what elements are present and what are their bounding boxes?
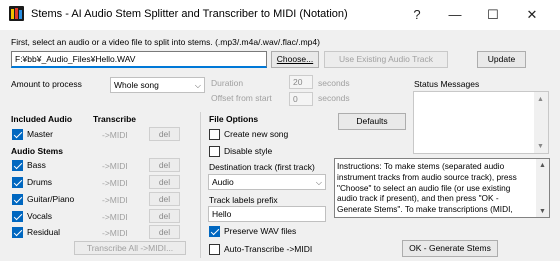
choose-button[interactable]: Choose... [271, 51, 319, 68]
update-button[interactable]: Update [477, 51, 526, 68]
instructions-line: "Choose" to select an audio file (or use… [337, 182, 511, 193]
instructions-box[interactable]: Instructions: To make stems (separated a… [334, 158, 550, 218]
create-new-song-checkbox[interactable] [209, 129, 220, 140]
guitar-piano-del-button[interactable]: del [149, 192, 180, 206]
transcribe-all-button[interactable]: Transcribe All ->MIDI... [74, 241, 186, 255]
guitar-piano-checkbox[interactable] [12, 194, 23, 205]
duration-label: Duration [211, 78, 244, 88]
vocals-del-button[interactable]: del [149, 209, 180, 223]
scroll-up-icon[interactable]: ▲ [539, 162, 546, 169]
scroll-down-icon[interactable]: ▼ [537, 143, 544, 150]
instructions-line: audio track if present), and then press … [337, 193, 499, 204]
status-messages-box[interactable]: ▲ ▼ [413, 91, 549, 154]
status-messages-label: Status Messages [414, 79, 480, 89]
master-label: Master [27, 129, 53, 139]
offset-label: Offset from start [211, 93, 272, 103]
bass-checkbox[interactable] [12, 160, 23, 171]
duration-unit: seconds [318, 78, 350, 88]
disable-style-checkbox[interactable] [209, 146, 220, 157]
drums-del-button[interactable]: del [149, 175, 180, 189]
window-title: Stems - AI Audio Stem Splitter and Trans… [31, 8, 348, 20]
auto-transcribe-label: Auto-Transcribe ->MIDI [224, 244, 313, 254]
choose-label: Choose... [276, 54, 314, 64]
track-labels-prefix-input[interactable]: Hello [208, 206, 326, 222]
instructions-line: Generate Stems". To make transcriptions … [337, 204, 513, 215]
master-del-button[interactable]: del [149, 127, 180, 141]
auto-transcribe-checkbox[interactable] [209, 244, 220, 255]
master-midi-button[interactable]: ->MIDI [102, 130, 128, 140]
amount-to-process-label: Amount to process [11, 79, 82, 89]
vocals-label: Vocals [27, 211, 53, 221]
chevron-down-icon: ⌵ [315, 178, 322, 187]
ok-generate-stems-button[interactable]: OK - Generate Stems [402, 240, 498, 257]
bass-del-button[interactable]: del [149, 158, 180, 172]
duration-input[interactable]: 20 [289, 75, 313, 89]
offset-unit: seconds [318, 93, 350, 103]
drums-midi-button[interactable]: ->MIDI [102, 178, 128, 188]
file-path-input[interactable]: F:¥bb¥_Audio_Files¥Hello.WAV [11, 51, 267, 68]
app-logo-icon [9, 6, 24, 21]
track-labels-prefix-label: Track labels prefix [209, 195, 278, 205]
residual-midi-button[interactable]: ->MIDI [102, 228, 128, 238]
create-new-song-label: Create new song [224, 129, 289, 139]
preserve-wav-checkbox[interactable] [209, 226, 220, 237]
defaults-button[interactable]: Defaults [338, 113, 406, 130]
file-options-header: File Options [209, 114, 259, 124]
vocals-midi-button[interactable]: ->MIDI [102, 212, 128, 222]
options-divider [200, 112, 201, 258]
file-instruction: First, select an audio or a video file t… [11, 37, 320, 47]
chevron-down-icon: ⌵ [194, 81, 201, 90]
scroll-up-icon[interactable]: ▲ [537, 96, 544, 103]
transcribe-header: Transcribe [93, 114, 136, 124]
amount-to-process-select[interactable]: Whole song ⌵ [110, 77, 205, 93]
guitar-piano-midi-button[interactable]: ->MIDI [102, 195, 128, 205]
disable-style-label: Disable style [224, 146, 273, 156]
instructions-line: instrument tracks from audio source trac… [337, 171, 517, 182]
status-scrollbar[interactable]: ▲ ▼ [534, 92, 548, 153]
residual-checkbox[interactable] [12, 227, 23, 238]
drums-checkbox[interactable] [12, 177, 23, 188]
vocals-checkbox[interactable] [12, 211, 23, 222]
preserve-wav-label: Preserve WAV files [224, 226, 297, 236]
instructions-line: Instructions: To make stems (separated a… [337, 161, 505, 171]
close-button[interactable]: ✕ [513, 0, 551, 30]
destination-track-select[interactable]: Audio ⌵ [208, 174, 326, 190]
audio-stems-header: Audio Stems [11, 146, 63, 156]
included-audio-header: Included Audio [11, 114, 73, 124]
amount-to-process-value: Whole song [114, 80, 159, 90]
residual-del-button[interactable]: del [149, 225, 180, 239]
maximize-button[interactable]: ☐ [474, 0, 512, 30]
instructions-scrollbar[interactable]: ▲ ▼ [536, 159, 549, 217]
residual-label: Residual [27, 227, 61, 237]
bass-label: Bass [27, 160, 46, 170]
master-checkbox[interactable] [12, 129, 23, 140]
scroll-down-icon[interactable]: ▼ [539, 208, 546, 215]
destination-track-value: Audio [212, 177, 234, 187]
minimize-button[interactable]: — [436, 0, 474, 30]
drums-label: Drums [27, 177, 53, 187]
use-existing-audio-track-button[interactable]: Use Existing Audio Track [324, 51, 448, 68]
offset-input[interactable]: 0 [289, 92, 313, 106]
guitar-piano-label: Guitar/Piano [27, 194, 75, 204]
destination-track-label: Destination track (first track) [209, 162, 315, 172]
bass-midi-button[interactable]: ->MIDI [102, 161, 128, 171]
help-button[interactable]: ? [398, 0, 436, 30]
